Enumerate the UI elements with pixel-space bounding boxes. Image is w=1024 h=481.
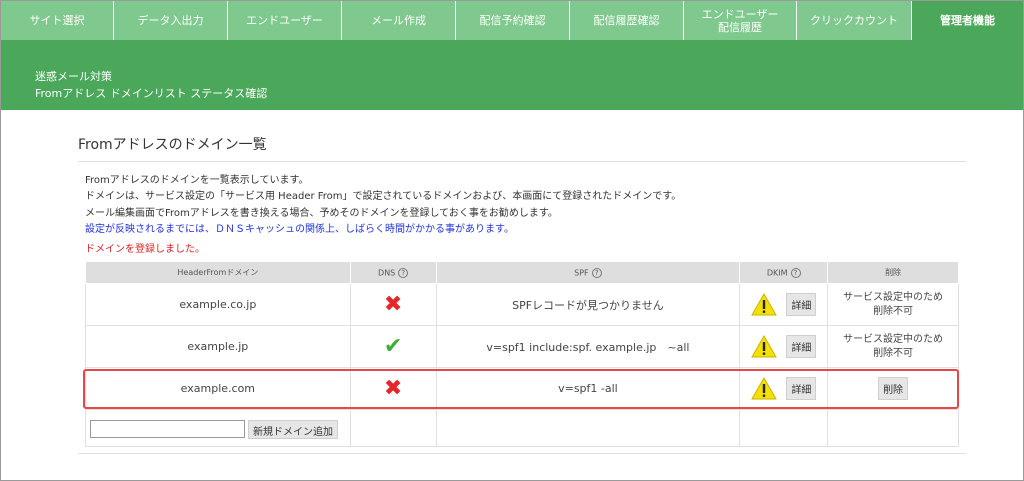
divider — [78, 453, 966, 454]
dns-cache-notice: 設定が反映されるまでには、ＤＮＳキャッシュの関係上、しばらく時間がかかる事があり… — [85, 224, 514, 235]
dns-help-icon[interactable]: ? — [398, 267, 409, 278]
x-icon: ✖ — [383, 291, 403, 317]
nav-site-select[interactable]: サイト選択 — [1, 1, 114, 40]
dkim-cell: 詳細 — [739, 367, 829, 410]
warning-icon — [751, 335, 777, 358]
success-message: ドメインを登録しました。 — [85, 244, 205, 255]
domain-cell: example.co.jp — [85, 283, 351, 326]
detail-button[interactable]: 詳細 — [786, 293, 817, 316]
dkim-cell: 詳細 — [739, 283, 829, 326]
description-line-1: Fromアドレスのドメインを一覧表示しています。 — [85, 175, 309, 186]
spf-cell: SPFレコードが見つかりません — [435, 283, 741, 326]
divider — [78, 161, 966, 162]
dns-cell: ✖ — [349, 367, 437, 410]
description-line-3: メール編集画面でFromアドレスを書き換える場合、予めそのドメインを登録しておく… — [85, 208, 558, 219]
header-domain: HeaderFromドメイン — [85, 261, 351, 284]
new-domain-input[interactable] — [90, 420, 245, 438]
dns-cell: ✔ — [349, 325, 437, 368]
empty-cell — [435, 409, 741, 447]
add-domain-button[interactable]: 新規ドメイン追加 — [248, 420, 338, 439]
empty-cell — [827, 409, 959, 447]
header-category: 迷惑メール対策 — [35, 70, 112, 83]
detail-button[interactable]: 詳細 — [786, 335, 817, 358]
header-spf-label: SPF — [574, 268, 589, 277]
section-title: Fromアドレスのドメイン一覧 — [78, 137, 267, 153]
dns-cell: ✖ — [349, 283, 437, 326]
top-nav: サイト選択 データ入出力 エンドユーザー メール作成 配信予約確認 配信履歴確認… — [1, 1, 1023, 40]
delete-cell: 削除 — [827, 367, 959, 410]
spf-cell: v=spf1 include:spf. example.jp ~all — [435, 325, 741, 368]
nav-delivery-reserve[interactable]: 配信予約確認 — [456, 1, 570, 40]
header-dkim: DKIM? — [739, 261, 829, 284]
header-dns-label: DNS — [378, 268, 396, 277]
table-row: example.com ✖ v=spf1 -all 詳細 削除 — [85, 367, 959, 410]
warning-icon — [751, 293, 777, 316]
warning-icon — [751, 377, 777, 400]
delete-cell: サービス設定中のため 削除不可 — [827, 325, 959, 368]
detail-button[interactable]: 詳細 — [786, 377, 817, 400]
x-icon: ✖ — [383, 375, 403, 401]
page-header: 迷惑メール対策 Fromアドレス ドメインリスト ステータス確認 — [1, 40, 1023, 110]
empty-cell — [739, 409, 829, 447]
header-dns: DNS? — [349, 261, 437, 284]
header-dkim-label: DKIM — [766, 268, 788, 277]
nav-click-count[interactable]: クリックカウント — [797, 1, 912, 40]
domain-cell: example.com — [85, 367, 351, 410]
table-header-row: HeaderFromドメイン DNS? SPF? DKIM? 削除 — [85, 261, 959, 284]
nav-data-io[interactable]: データ入出力 — [114, 1, 228, 40]
delete-button[interactable]: 削除 — [878, 377, 909, 400]
nav-delivery-history[interactable]: 配信履歴確認 — [570, 1, 684, 40]
table-row: example.jp ✔ v=spf1 include:spf. example… — [85, 325, 959, 368]
empty-cell — [349, 409, 437, 447]
dkim-cell: 詳細 — [739, 325, 829, 368]
nav-mail-create[interactable]: メール作成 — [342, 1, 456, 40]
header-page-title: Fromアドレス ドメインリスト ステータス確認 — [35, 87, 268, 100]
nav-end-user-history[interactable]: エンドユーザー 配信履歴 — [684, 1, 797, 40]
dkim-help-icon[interactable]: ? — [790, 267, 801, 278]
delete-cell: サービス設定中のため 削除不可 — [827, 283, 959, 326]
spf-cell: v=spf1 -all — [435, 367, 741, 410]
nav-end-user[interactable]: エンドユーザー — [228, 1, 342, 40]
nav-admin[interactable]: 管理者機能 — [912, 1, 1023, 40]
header-delete: 削除 — [827, 261, 959, 284]
domain-cell: example.jp — [85, 325, 351, 368]
header-spf: SPF? — [435, 261, 741, 284]
table-row: example.co.jp ✖ SPFレコードが見つかりません 詳細 サービス設… — [85, 283, 959, 326]
description-line-2: ドメインは、サービス設定の「サービス用 Header From」で設定されている… — [85, 191, 682, 202]
check-icon: ✔ — [383, 333, 403, 359]
spf-help-icon[interactable]: ? — [591, 267, 602, 278]
